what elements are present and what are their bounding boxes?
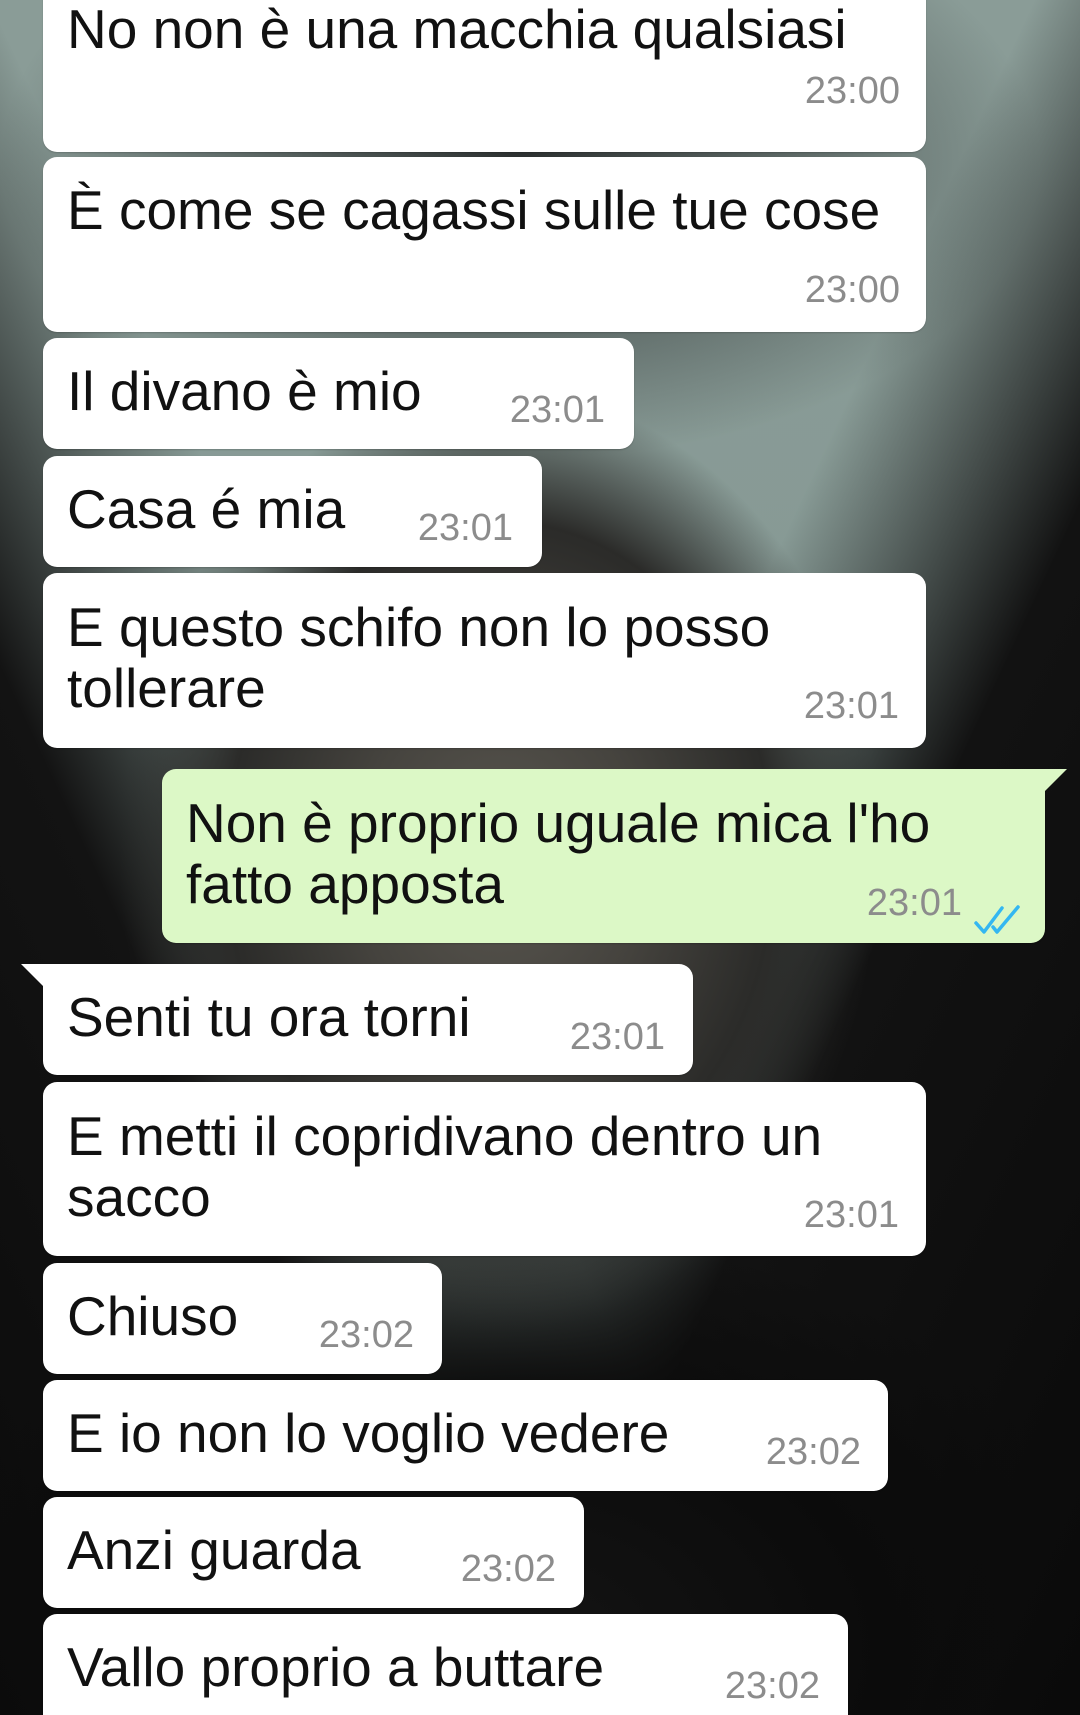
message-bubble-incoming[interactable]: No non è una macchia qualsiasi 23:00 (43, 0, 926, 152)
message-text-line: Non è proprio uguale mica l'ho (186, 792, 931, 854)
message-bubble-incoming[interactable]: È come se cagassi sulle tue cose 23:00 (43, 157, 926, 332)
message-time: 23:01 (866, 882, 962, 924)
message-bubble-incoming[interactable]: Casa é mia 23:01 (43, 456, 542, 567)
message-text-line: E questo schifo non lo posso (67, 596, 771, 658)
message-time: 23:02 (318, 1314, 414, 1356)
message-bubble-incoming[interactable]: Senti tu ora torni 23:01 (21, 964, 693, 1075)
message-time: 23:02 (724, 1665, 820, 1707)
message-text-line: fatto apposta (186, 853, 505, 915)
message-text: No non è una macchia qualsiasi (67, 0, 847, 60)
message-text: E io non lo voglio vedere (67, 1402, 670, 1464)
message-time: 23:01 (417, 507, 513, 549)
message-time: 23:02 (765, 1431, 861, 1473)
message-text: Senti tu ora torni (67, 986, 471, 1048)
message-bubble-incoming[interactable]: Anzi guarda 23:02 (43, 1497, 584, 1608)
message-list[interactable]: No non è una macchia qualsiasi 23:00 È c… (0, 0, 1080, 1715)
message-text: È come se cagassi sulle tue cose (67, 179, 881, 241)
message-time: 23:01 (803, 685, 899, 727)
bubble-tail (21, 964, 47, 990)
message-bubble-incoming[interactable]: E io non lo voglio vedere 23:02 (43, 1380, 888, 1491)
message-bubble-incoming[interactable]: Il divano è mio 23:01 (43, 338, 634, 449)
message-text-line: E metti il copridivano dentro un (67, 1105, 823, 1167)
message-time: 23:00 (804, 70, 900, 112)
message-bubble-incoming[interactable]: Chiuso 23:02 (43, 1263, 442, 1374)
bubble-tail (1041, 769, 1067, 795)
message-bubble-incoming[interactable]: Vallo proprio a buttare 23:02 (43, 1614, 848, 1715)
message-time: 23:01 (509, 389, 605, 431)
message-time: 23:02 (460, 1548, 556, 1590)
message-text-line: tollerare (67, 657, 266, 719)
message-bubble-incoming[interactable]: E metti il copridivano dentro un sacco 2… (43, 1082, 926, 1256)
message-time: 23:01 (803, 1194, 899, 1236)
double-check-icon (973, 887, 1023, 949)
message-text: Il divano è mio (67, 360, 422, 422)
message-time: 23:01 (569, 1016, 665, 1058)
message-time: 23:00 (804, 269, 900, 311)
message-text: Anzi guarda (67, 1519, 361, 1581)
message-text-line: sacco (67, 1166, 211, 1228)
message-bubble-incoming[interactable]: E questo schifo non lo posso tollerare 2… (43, 573, 926, 748)
message-text: Vallo proprio a buttare (67, 1636, 605, 1698)
message-bubble-outgoing[interactable]: Non è proprio uguale mica l'ho fatto app… (162, 769, 1067, 943)
message-text: Casa é mia (67, 478, 346, 540)
message-text: Chiuso (67, 1285, 239, 1347)
